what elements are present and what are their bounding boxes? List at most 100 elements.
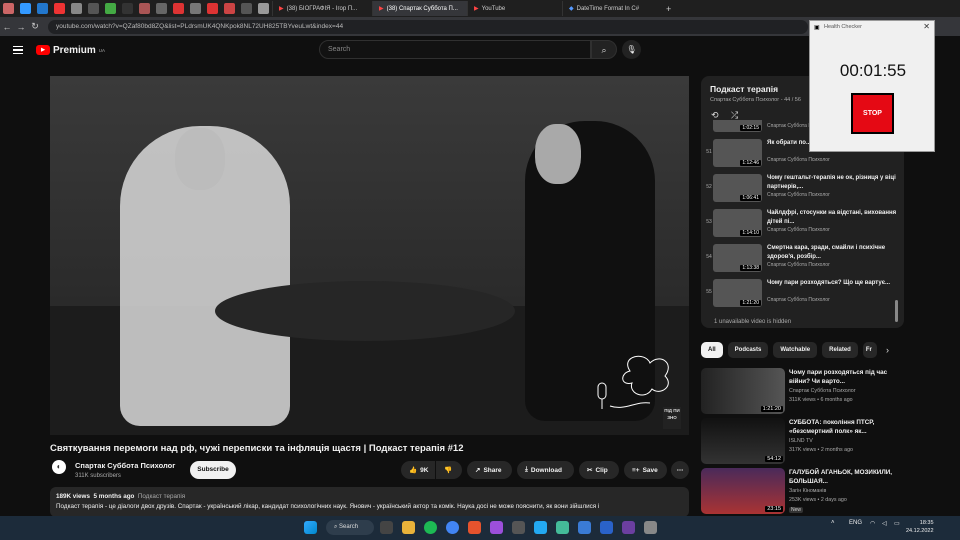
tab-biography[interactable]: ▶ (38) БІОГРАФІЯ - Ігор П... <box>272 1 372 16</box>
youtube-logo[interactable]: ▶ Premium UA <box>36 45 105 56</box>
pinned-tab-icon[interactable] <box>156 3 167 14</box>
share-icon: ↗ <box>475 467 481 474</box>
share-button[interactable]: ↗ Share <box>467 461 512 479</box>
clip-label: Clip <box>595 466 608 474</box>
pinned-tab-icon[interactable] <box>3 3 14 14</box>
video-title: ГАЛУБОЙ АГАНЬОК, МОЗИКИЛИ, БОЛЬШАЯ... <box>789 469 893 485</box>
chrome-icon[interactable] <box>446 521 459 534</box>
recommendation-item[interactable]: 1:21:20 Чому пари розходяться під час ві… <box>701 368 904 418</box>
pinned-tab-icon[interactable] <box>88 3 99 14</box>
wifi-icon[interactable]: ◠ <box>870 520 875 527</box>
app-icon[interactable] <box>622 521 635 534</box>
chip-fr[interactable]: Fr <box>862 342 877 358</box>
recommendation-item[interactable]: 54:12 СУББОТА: покоління ПТСР, «безсмерт… <box>701 418 904 468</box>
pinned-tab-icon[interactable] <box>20 3 31 14</box>
channel-avatar[interactable]: ◐ <box>52 460 66 474</box>
pinned-tab-icon[interactable] <box>105 3 116 14</box>
pinned-tab-icon[interactable] <box>207 3 218 14</box>
timer-display: 00:01:55 <box>839 61 907 80</box>
thumbs-up-icon: 👍 <box>409 467 418 474</box>
visual-studio-icon[interactable] <box>490 521 503 534</box>
video-player[interactable]: ПІД ПИ ЗНО <box>50 76 689 435</box>
taskbar-search[interactable]: ⌕ Search <box>326 520 374 535</box>
list-item[interactable]: 54 1:13:38 Смертна кара, зради, смайли і… <box>701 242 904 275</box>
chip-podcasts[interactable]: Podcasts <box>727 342 769 358</box>
channel-watermark[interactable]: ПІД ПИ ЗНО <box>663 407 681 429</box>
tab-playlist[interactable]: ▶ (38) Спартак Суббота П... <box>372 1 467 16</box>
stop-button[interactable]: STOP <box>851 93 894 134</box>
share-label: Share <box>483 466 502 474</box>
task-view-icon[interactable] <box>380 521 393 534</box>
battery-icon[interactable]: ▭ <box>894 520 900 527</box>
windows-start-icon[interactable] <box>304 521 317 534</box>
video-title: Смертна кара, зради, смайли і психічне з… <box>767 245 886 260</box>
scissors-icon: ✂ <box>587 467 593 474</box>
duration-badge: 23:15 <box>765 506 783 512</box>
hamburger-menu-icon[interactable] <box>13 46 23 54</box>
app-icon[interactable] <box>512 521 525 534</box>
url-field[interactable]: youtube.com/watch?v=QZaf80bd8ZQ&list=PLd… <box>48 19 808 34</box>
app-icon[interactable] <box>644 521 657 534</box>
app-icon[interactable] <box>556 521 569 534</box>
duration-badge: 1:12:46 <box>740 160 761 166</box>
search-input[interactable]: Search <box>319 40 591 59</box>
duration-badge: 1:13:38 <box>740 265 761 271</box>
hashtag-link[interactable]: Подкаст терапія <box>138 493 185 500</box>
video-thumbnail: 54:12 <box>701 418 785 464</box>
spotify-icon[interactable] <box>424 521 437 534</box>
save-button[interactable]: ≡+ Save <box>624 461 667 479</box>
dislike-button[interactable]: 👎 <box>436 461 462 479</box>
file-explorer-icon[interactable] <box>402 521 415 534</box>
close-icon[interactable]: ✕ <box>923 22 930 31</box>
subscribe-button[interactable]: Subscribe <box>190 461 236 479</box>
download-button[interactable]: ⤓ Download <box>517 461 574 479</box>
app-icon[interactable] <box>578 521 591 534</box>
tray-chevron-icon[interactable]: ˄ <box>831 520 835 526</box>
video-title: Чому гештальт-терапія не ок, різниця у в… <box>767 175 896 190</box>
like-button[interactable]: 👍 9K <box>401 461 435 479</box>
list-item[interactable]: 55 1:21:20 Чому пари розходяться? Що ще … <box>701 277 904 310</box>
playlist-title[interactable]: Подкаст терапія <box>710 84 778 94</box>
pinned-tab-icon[interactable] <box>71 3 82 14</box>
pinned-tab-icon[interactable] <box>139 3 150 14</box>
recommendation-item[interactable]: 23:15 ГАЛУБОЙ АГАНЬОК, МОЗИКИЛИ, БОЛЬШАЯ… <box>701 468 904 518</box>
forward-icon[interactable]: → <box>14 22 28 32</box>
channel-name: Загін Кіноманів <box>789 488 827 494</box>
playlist-scrollbar[interactable] <box>895 300 898 322</box>
filter-chips: All Podcasts Watchable Related Fr <box>701 342 877 358</box>
tab-youtube[interactable]: ▶ YouTube <box>467 1 562 16</box>
voice-search-button[interactable]: 🎙 <box>622 40 641 59</box>
chip-watchable[interactable]: Watchable <box>773 342 818 358</box>
list-item[interactable]: 52 1:06:41 Чому гештальт-терапія не ок, … <box>701 172 904 205</box>
list-item[interactable]: 53 1:14:10 Чайлдфрі, стосунки на відстан… <box>701 207 904 240</box>
search-button[interactable]: ⌕ <box>591 40 617 59</box>
chip-related[interactable]: Related <box>822 342 858 358</box>
channel-name: Спартак Суббота Психолог <box>767 157 830 163</box>
reload-icon[interactable]: ↻ <box>28 21 42 32</box>
more-actions-button[interactable]: ⋯ <box>671 461 689 479</box>
back-icon[interactable]: ← <box>0 22 14 32</box>
pinned-tab-icon[interactable] <box>173 3 184 14</box>
channel-name[interactable]: Спартак Суббота Психолог <box>75 461 175 470</box>
clip-button[interactable]: ✂ Clip <box>579 461 619 479</box>
powershell-icon[interactable] <box>600 521 613 534</box>
volume-icon[interactable]: ◁ <box>882 520 887 527</box>
taskbar-clock[interactable]: 18:35 24.12.2022 <box>906 519 934 535</box>
language-indicator[interactable]: ENG <box>849 520 862 526</box>
pinned-tab-icon[interactable] <box>224 3 235 14</box>
pinned-tab-icon[interactable] <box>190 3 201 14</box>
pinned-tab-icon[interactable] <box>258 3 269 14</box>
pinned-tab-icon[interactable] <box>241 3 252 14</box>
chip-all[interactable]: All <box>701 342 723 358</box>
new-tab-icon[interactable]: + <box>666 4 671 14</box>
pinned-tab-icon[interactable] <box>122 3 133 14</box>
description-box[interactable]: 189K views 5 months ago Подкаст терапія … <box>50 487 689 517</box>
pinned-tab-icon[interactable] <box>54 3 65 14</box>
video-title: Святкування перемоги над рф, чужі перепи… <box>50 443 464 454</box>
tab-datetime[interactable]: ◆ DateTime Format In C# <box>562 1 662 16</box>
chevron-right-icon[interactable]: › <box>886 345 889 355</box>
description-text: Подкаст терапія - це діалоги двох друзів… <box>56 503 600 510</box>
pinned-tab-icon[interactable] <box>37 3 48 14</box>
app-icon[interactable] <box>468 521 481 534</box>
vscode-icon[interactable] <box>534 521 547 534</box>
